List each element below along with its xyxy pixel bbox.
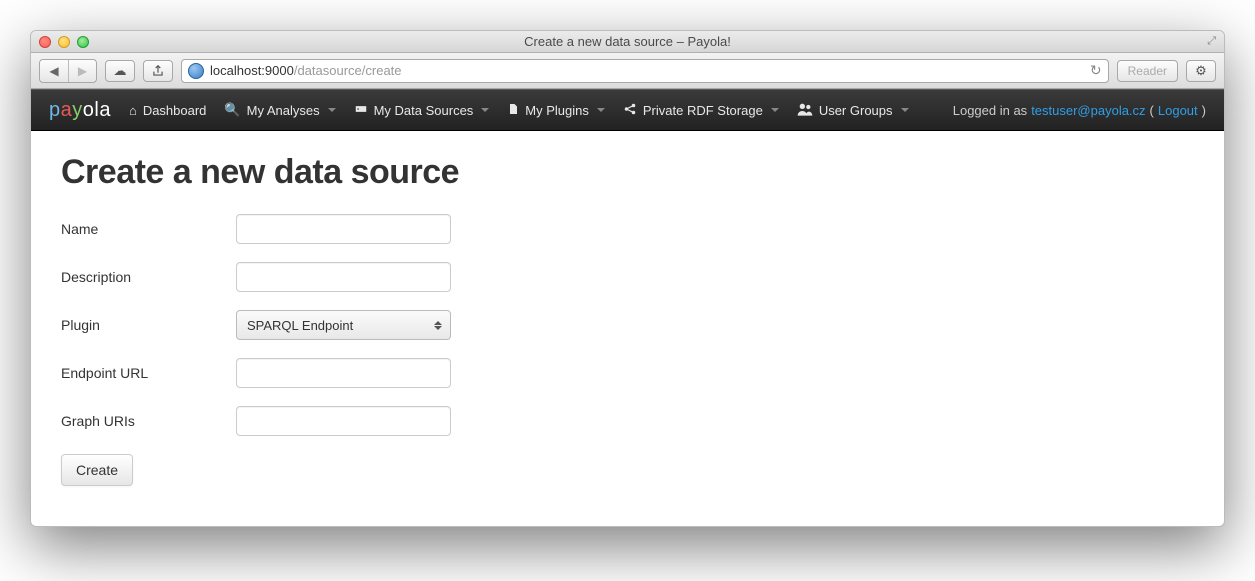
nav-analyses[interactable]: 🔍 My Analyses <box>224 102 335 118</box>
brand-logo[interactable]: payola <box>49 99 111 122</box>
row-name: Name <box>61 214 1194 244</box>
select-arrows-icon <box>434 321 442 330</box>
nav-datasources-label: My Data Sources <box>374 103 474 118</box>
brand-seg-2: a <box>61 99 73 121</box>
window-title: Create a new data source – Payola! <box>31 34 1224 49</box>
description-label: Description <box>61 269 236 285</box>
page-content: Create a new data source Name Descriptio… <box>31 131 1224 526</box>
site-icon <box>188 63 204 79</box>
back-button[interactable]: ◀ <box>40 60 68 82</box>
file-icon <box>507 102 519 119</box>
minimize-window-button[interactable] <box>58 36 70 48</box>
forward-button[interactable]: ▶ <box>68 60 96 82</box>
brand-seg-4: ola <box>83 99 111 121</box>
cloud-icon: ☁ <box>114 63 127 79</box>
share-icon <box>151 64 165 78</box>
gear-icon: ⚙ <box>1195 63 1207 79</box>
nav-datasources[interactable]: My Data Sources <box>354 102 490 119</box>
create-button[interactable]: Create <box>61 454 133 486</box>
reload-button[interactable]: ↻ <box>1090 62 1102 79</box>
chevron-down-icon <box>328 108 336 112</box>
row-plugin: Plugin SPARQL Endpoint <box>61 310 1194 340</box>
session-info: Logged in as testuser@payola.cz ( Logout) <box>953 103 1206 118</box>
endpoint-input[interactable] <box>236 358 451 388</box>
url-path: /datasource/create <box>294 63 402 78</box>
brand-seg-3: y <box>72 99 83 121</box>
settings-button[interactable]: ⚙ <box>1186 60 1216 82</box>
nav-plugins-label: My Plugins <box>525 103 589 118</box>
browser-window: Create a new data source – Payola! ⤢ ◀ ▶… <box>30 30 1225 527</box>
zoom-window-button[interactable] <box>77 36 89 48</box>
url-text: localhost:9000/datasource/create <box>210 63 402 78</box>
nav-rdf-label: Private RDF Storage <box>643 103 763 118</box>
nav-groups[interactable]: User Groups <box>797 102 909 119</box>
close-window-button[interactable] <box>39 36 51 48</box>
paren-close: ) <box>1202 103 1206 118</box>
share-button[interactable] <box>143 60 173 82</box>
endpoint-label: Endpoint URL <box>61 365 236 381</box>
graphuris-input[interactable] <box>236 406 451 436</box>
browser-toolbar: ◀ ▶ ☁ localhost:9000/datasource/create ↻… <box>31 53 1224 89</box>
chevron-down-icon <box>771 108 779 112</box>
logout-link[interactable]: Logout <box>1158 103 1198 118</box>
row-graphuris: Graph URIs <box>61 406 1194 436</box>
titlebar: Create a new data source – Payola! ⤢ <box>31 31 1224 53</box>
nav-groups-label: User Groups <box>819 103 893 118</box>
nav-analyses-label: My Analyses <box>247 103 320 118</box>
fullscreen-icon[interactable]: ⤢ <box>1207 35 1216 48</box>
url-host: localhost:9000 <box>210 63 294 78</box>
nav-dashboard-label: Dashboard <box>143 103 207 118</box>
page-title: Create a new data source <box>61 153 1194 192</box>
traffic-lights <box>39 36 89 48</box>
users-icon <box>797 102 813 119</box>
home-icon: ⌂ <box>129 103 137 118</box>
reader-button[interactable]: Reader <box>1117 60 1178 82</box>
description-input[interactable] <box>236 262 451 292</box>
nav-rdf[interactable]: Private RDF Storage <box>623 102 779 119</box>
plugin-select[interactable]: SPARQL Endpoint <box>236 310 451 340</box>
icloud-button[interactable]: ☁ <box>105 60 135 82</box>
plugin-label: Plugin <box>61 317 236 333</box>
brand-seg-1: p <box>49 99 61 121</box>
paren-open: ( <box>1150 103 1154 118</box>
row-endpoint: Endpoint URL <box>61 358 1194 388</box>
chevron-down-icon <box>481 108 489 112</box>
nav-buttons: ◀ ▶ <box>39 59 97 83</box>
session-user-link[interactable]: testuser@payola.cz <box>1031 103 1145 118</box>
app-navbar: payola ⌂ Dashboard 🔍 My Analyses My Data… <box>31 89 1224 131</box>
name-input[interactable] <box>236 214 451 244</box>
chevron-down-icon <box>901 108 909 112</box>
name-label: Name <box>61 221 236 237</box>
plugin-select-value: SPARQL Endpoint <box>247 318 353 333</box>
nav-plugins[interactable]: My Plugins <box>507 102 605 119</box>
session-prefix: Logged in as <box>953 103 1027 118</box>
row-description: Description <box>61 262 1194 292</box>
search-icon: 🔍 <box>224 102 240 118</box>
graphuris-label: Graph URIs <box>61 413 236 429</box>
nav-dashboard[interactable]: ⌂ Dashboard <box>129 103 206 118</box>
chevron-down-icon <box>597 108 605 112</box>
address-bar[interactable]: localhost:9000/datasource/create ↻ <box>181 59 1109 83</box>
share-alt-icon <box>623 102 637 119</box>
hdd-icon <box>354 102 368 119</box>
